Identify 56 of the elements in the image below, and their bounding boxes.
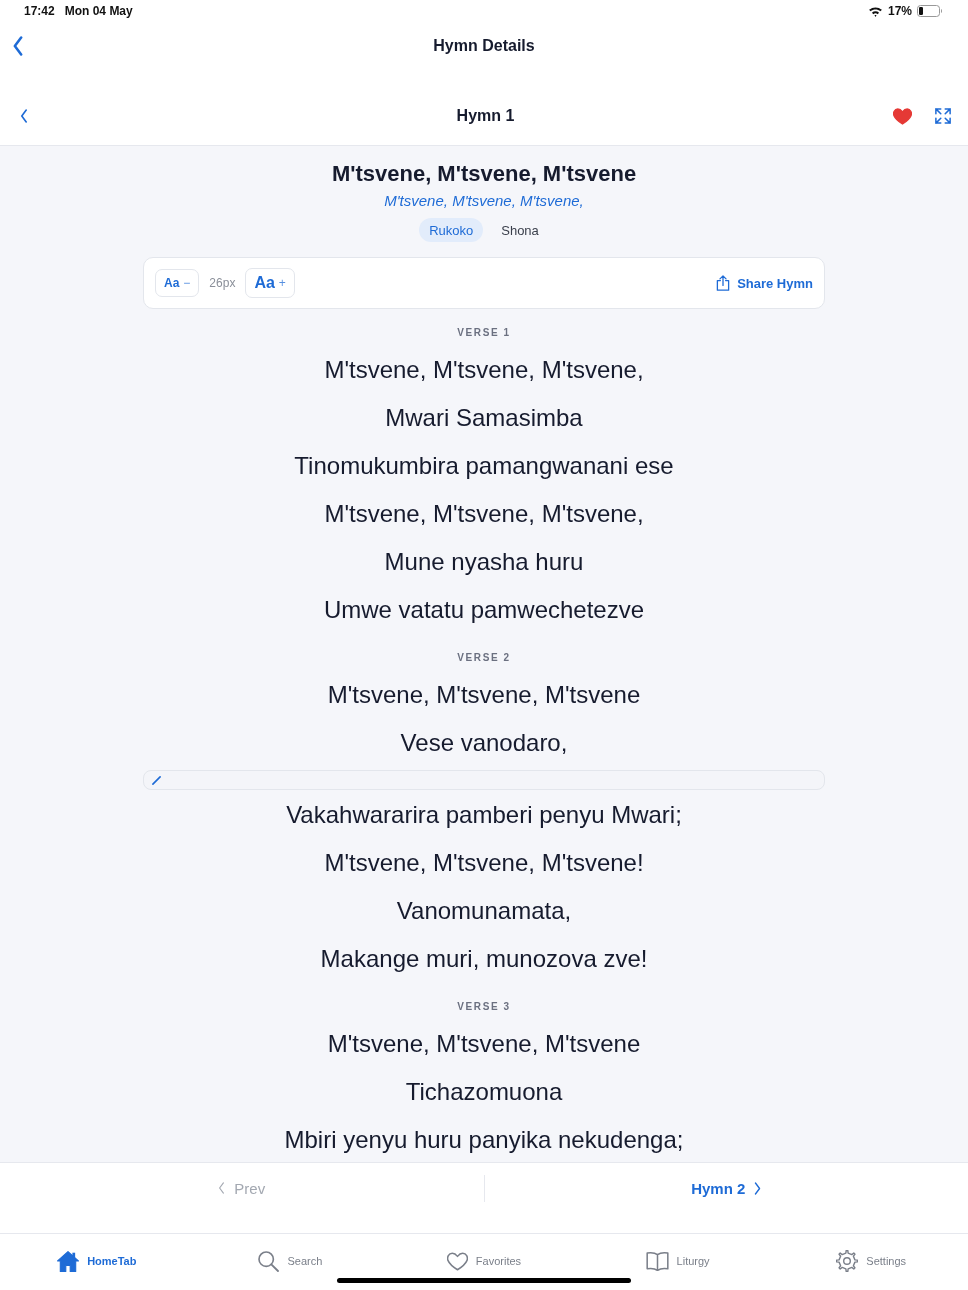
expand-icon xyxy=(935,108,951,124)
hymn-subtitle: M'tsvene, M'tsvene, M'tsvene, xyxy=(384,191,584,211)
search-icon xyxy=(258,1250,280,1272)
back-button[interactable] xyxy=(12,36,24,56)
language-tab[interactable]: Rukoko xyxy=(419,218,484,242)
tab-bar-item[interactable]: Liturgy xyxy=(645,1251,710,1271)
decrease-font-button[interactable]: Aa − xyxy=(155,269,200,297)
lyric-line: M'tsvene, M'tsvene, M'tsvene xyxy=(327,1029,641,1059)
verse-label: VERSE 2 xyxy=(457,651,511,665)
lyric-line: Umwe vatatu pamwechetezve xyxy=(323,595,645,625)
next-button[interactable]: Hymn 2 xyxy=(691,1179,762,1197)
tab-bar-item[interactable]: Favorites xyxy=(446,1251,522,1271)
tab-bar-item[interactable]: HomeTab xyxy=(57,1250,137,1272)
lyric-line: M'tsvene, M'tsvene, M'tsvene, xyxy=(324,499,644,529)
open-book-icon xyxy=(645,1251,669,1271)
lyric-line: Tinomukumbira pamangwanani ese xyxy=(294,451,674,481)
hymn-number-title: Hymn 1 xyxy=(456,107,515,125)
verse-label: VERSE 1 xyxy=(457,326,511,340)
wifi-icon xyxy=(867,5,883,17)
hymn-title: M'tsvene, M'tsvene, M'tsvene xyxy=(331,160,637,188)
lyric-line: Vakahwararira pamberi penyu Mwari; xyxy=(286,800,682,830)
chevron-left-icon xyxy=(12,36,24,56)
lyric-line: M'tsvene, M'tsvene, M'tsvene! xyxy=(324,848,644,878)
lyric-line: M'tsvene, M'tsvene, M'tsvene, xyxy=(324,355,644,385)
home-icon xyxy=(57,1250,80,1272)
nav-title: Hymn Details xyxy=(433,37,535,55)
battery-percent: 17% xyxy=(887,4,912,18)
lyric-line: Vese vanodaro, xyxy=(400,728,568,758)
lyric-line: Mwari Samasimba xyxy=(385,403,583,433)
heart-icon[interactable] xyxy=(893,107,912,125)
note-field[interactable] xyxy=(143,770,825,790)
verse-label: VERSE 3 xyxy=(457,1000,511,1014)
chevron-right-icon xyxy=(754,1181,762,1195)
tab-bar-item[interactable]: Search xyxy=(258,1250,323,1272)
settings-icon xyxy=(836,1250,859,1272)
share-button[interactable]: Share Hymn xyxy=(716,275,813,291)
lyric-line: Mbiri yenyu huru panyika nekudenga; xyxy=(284,1125,684,1155)
share-icon xyxy=(716,275,731,291)
font-size-label: 26px xyxy=(209,276,236,290)
lyric-line: Mune nyasha huru xyxy=(384,547,584,577)
status-date: Mon 04 May xyxy=(64,4,133,18)
tab-bar-item[interactable]: Settings xyxy=(836,1250,907,1272)
previous-hymn-button[interactable] xyxy=(20,109,28,123)
lyric-line: Tichazomuona xyxy=(405,1077,563,1107)
lyric-line: M'tsvene, M'tsvene, M'tsvene xyxy=(327,680,641,710)
fullscreen-button[interactable] xyxy=(935,108,951,124)
heart-icon xyxy=(446,1251,468,1271)
language-tab[interactable]: Shona xyxy=(491,218,549,242)
battery-icon xyxy=(917,5,943,17)
status-time: 17:42 xyxy=(24,4,55,18)
increase-font-button[interactable]: Aa + xyxy=(245,268,295,298)
chevron-left-icon xyxy=(20,109,28,123)
lyric-line: Vanomunamata, xyxy=(396,896,572,926)
pencil-icon xyxy=(152,775,161,785)
lyric-line: Makange muri, munozova zve! xyxy=(320,944,648,974)
chevron-left-icon xyxy=(218,1182,226,1194)
